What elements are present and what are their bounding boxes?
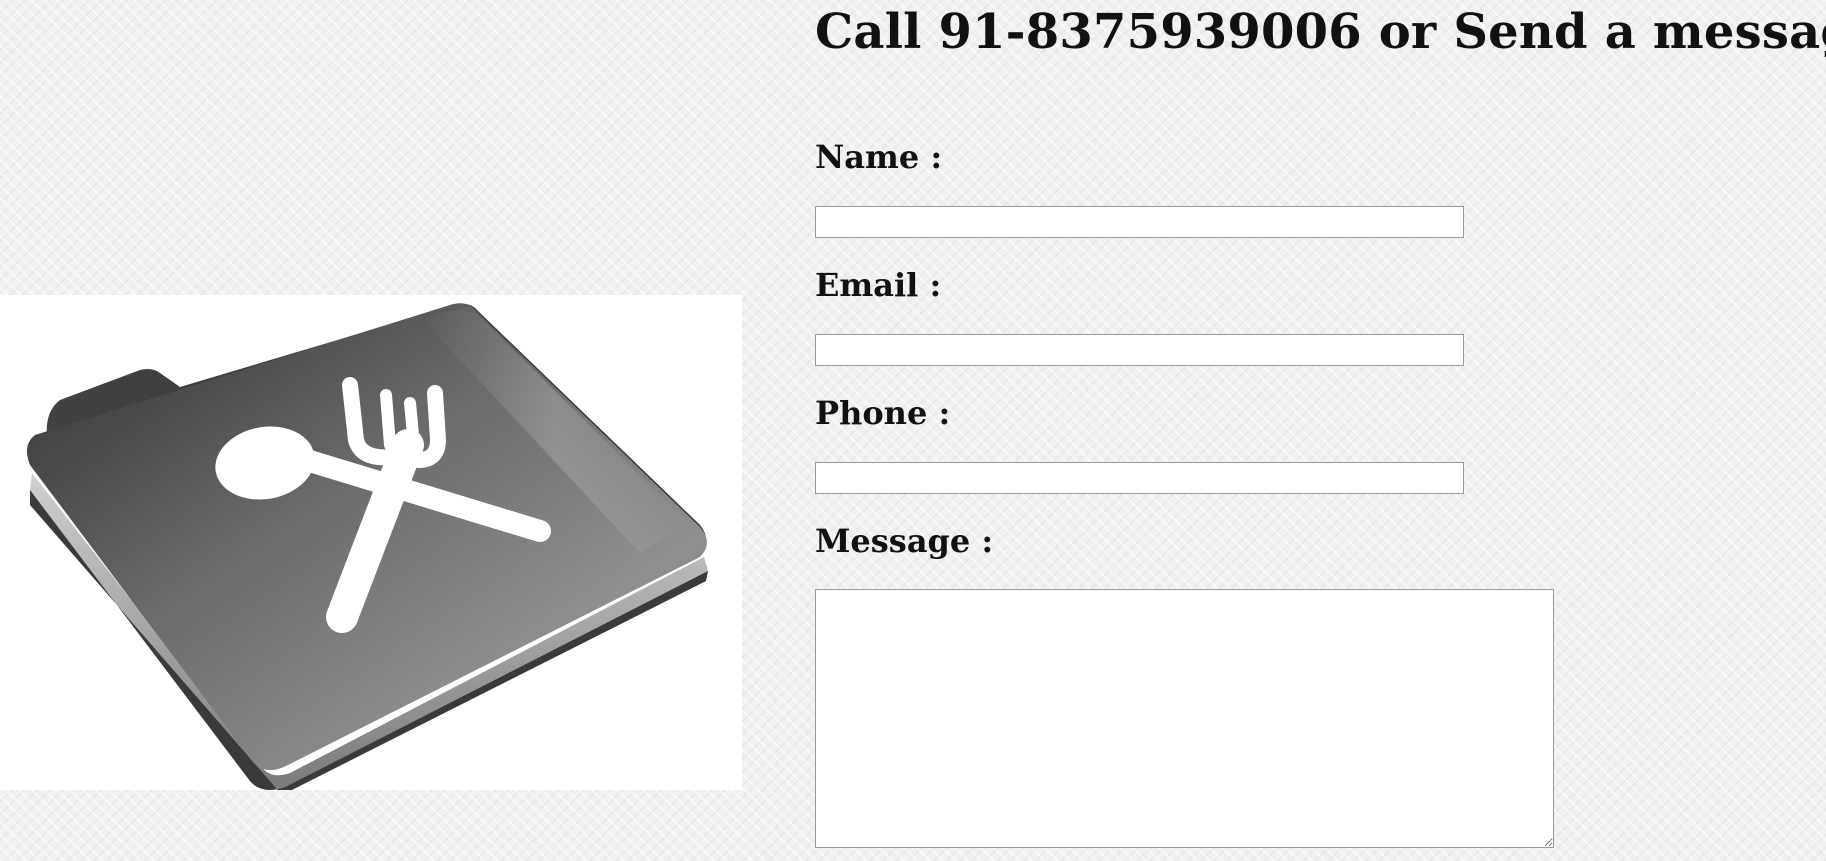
email-label: Email : [815, 266, 942, 304]
name-field[interactable] [815, 206, 1464, 238]
phone-field[interactable] [815, 462, 1464, 494]
page-title: Call 91-8375939006 or Send a message [815, 4, 1826, 60]
name-label: Name : [815, 138, 943, 176]
restaurant-folder-icon [26, 303, 708, 790]
email-field[interactable] [815, 334, 1464, 366]
phone-label: Phone : [815, 394, 951, 432]
restaurant-image [0, 295, 742, 790]
message-label: Message : [815, 522, 994, 560]
message-field[interactable] [815, 589, 1554, 848]
